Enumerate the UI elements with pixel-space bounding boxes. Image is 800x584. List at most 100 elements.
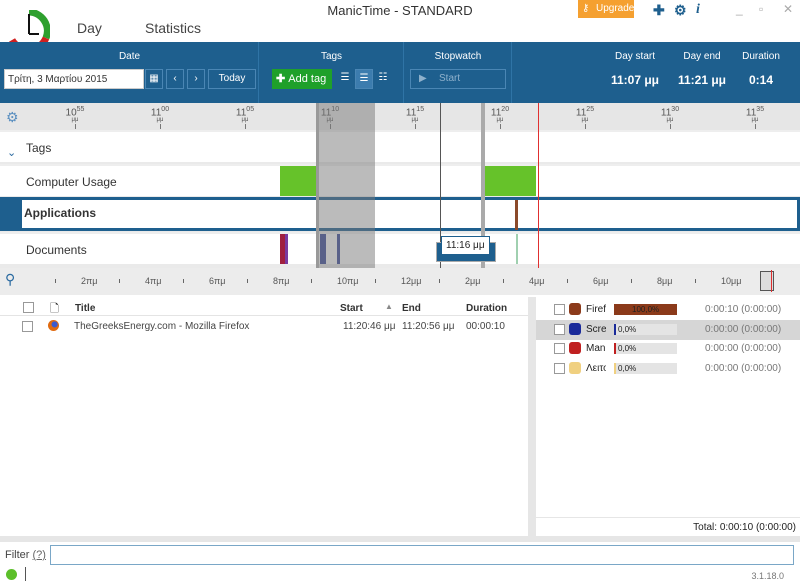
maximize-button[interactable]: ▫: [759, 2, 763, 16]
plus-icon: ✚: [276, 73, 289, 85]
timeline-tick: 1105 μμ: [230, 106, 260, 130]
overview-tick-label: 10πμ: [337, 276, 359, 286]
application-row[interactable]: Screenpresso 0,0% 0:00:00 (0:00:00): [536, 319, 800, 340]
tags-header: Tags: [320, 51, 343, 62]
app-time: 0:00:00 (0:00:00): [705, 343, 782, 354]
date-input[interactable]: Τρίτη, 3 Μαρτίου 2015: [4, 69, 144, 89]
overview-tick-label: 2πμ: [81, 276, 98, 286]
time-tooltip: 11:16 μμ: [441, 236, 490, 255]
overview-tick: [183, 279, 184, 283]
gear-icon[interactable]: ⚙: [674, 2, 687, 19]
tab-day[interactable]: Day: [77, 20, 102, 36]
app-checkbox[interactable]: [554, 343, 565, 354]
overview-tick-label: 8πμ: [273, 276, 290, 286]
overview-tick-label: 4πμ: [145, 276, 162, 286]
app-name: Firefox: [586, 304, 606, 315]
timeline-row-applications[interactable]: Applications: [0, 197, 800, 231]
panel-splitter[interactable]: [528, 297, 536, 537]
start-button[interactable]: ▶ Start: [410, 69, 506, 89]
filter-help-link[interactable]: (?): [33, 549, 46, 561]
day-end-value: 11:21 μμ: [677, 73, 727, 87]
column-end[interactable]: End: [402, 303, 421, 314]
selection-range[interactable]: [316, 103, 375, 268]
toolbar: Date Τρίτη, 3 Μαρτίου 2015 ▦ ‹ › Today T…: [0, 42, 800, 103]
minimize-button[interactable]: _: [736, 2, 743, 16]
timeline-tick: 1120 μμ: [485, 106, 515, 130]
current-time-line: [538, 103, 539, 268]
app-percent-bar: 0,0%: [614, 323, 677, 335]
overview-tick-label: 10μμ: [721, 276, 742, 286]
filter-input[interactable]: [50, 545, 794, 565]
info-icon[interactable]: i: [696, 2, 700, 18]
document-block[interactable]: [280, 234, 288, 264]
app-percent-bar: 0,0%: [614, 343, 677, 354]
zoom-icon[interactable]: ⚲: [5, 271, 15, 288]
chevron-down-icon[interactable]: ⌄: [7, 146, 16, 159]
previous-day-button[interactable]: ‹: [166, 69, 184, 89]
overview-tick-label: 12μμ: [401, 276, 422, 286]
compact-list-icon[interactable]: ☷: [374, 69, 392, 89]
timeline-tick: 1100 μμ: [145, 106, 175, 130]
row-checkbox[interactable]: [22, 321, 33, 332]
detailed-list-icon[interactable]: ☰: [355, 69, 373, 89]
column-title[interactable]: Title: [75, 303, 95, 314]
row-label: Documents: [26, 243, 87, 257]
app-icon: [569, 361, 581, 374]
overview-tick: [503, 279, 504, 283]
overview-tick: [695, 279, 696, 283]
divider: [25, 567, 26, 581]
timeline-tick: 1055 μμ: [60, 106, 90, 130]
upgrade-button[interactable]: ⚷ Upgrade: [578, 0, 634, 18]
overview-now-line: [771, 270, 772, 292]
timeline-settings-icon[interactable]: ⚙: [6, 109, 19, 126]
next-day-button[interactable]: ›: [187, 69, 205, 89]
day-overview-strip[interactable]: ⚲: [0, 268, 800, 295]
timeline-tick: 1115 μμ: [400, 106, 430, 130]
row-start: 11:20:46 μμ: [343, 321, 396, 332]
timeline-header: ⚙ 1055μμ1100μμ1105μμ1110μμ1115μμ1120μμ11…: [0, 103, 800, 130]
close-button[interactable]: ✕: [783, 2, 793, 16]
list-view-icon[interactable]: ☰: [336, 69, 354, 89]
usage-block[interactable]: [482, 166, 536, 196]
add-tag-button[interactable]: ✚ Add tag: [272, 69, 332, 89]
date-section: Date Τρίτη, 3 Μαρτίου 2015 ▦ ‹ › Today: [0, 42, 259, 103]
timeline-row-computer-usage[interactable]: Computer Usage: [0, 164, 800, 196]
select-all-checkbox[interactable]: [23, 302, 34, 313]
overview-tick-label: 6πμ: [209, 276, 226, 286]
row-end: 11:20:56 μμ: [402, 321, 455, 332]
divider: [0, 536, 800, 542]
overview-tick: [55, 279, 56, 283]
overview-tick-label: 8μμ: [657, 276, 673, 286]
timeline[interactable]: ⌄ Tags Computer Usage Applications Docume…: [0, 103, 800, 268]
column-start[interactable]: Start: [340, 303, 363, 314]
app-icon: [569, 303, 581, 315]
duration-value: 0:14: [748, 73, 774, 87]
timeline-tick: 1135 μμ: [740, 106, 770, 130]
overview-tick: [247, 279, 248, 283]
application-row[interactable]: ManicTime 0,0% 0:00:00 (0:00:00): [536, 339, 800, 359]
application-row[interactable]: Firefox 100,0% 0:00:10 (0:00:00): [536, 300, 800, 320]
activity-list-header: 🗋 Title Start ▲ End Duration: [0, 299, 528, 316]
timeline-row-tags[interactable]: ⌄ Tags: [0, 130, 800, 162]
application-block[interactable]: [515, 200, 518, 230]
app-icon: [569, 342, 581, 354]
app-checkbox[interactable]: [554, 362, 565, 374]
app-time: 0:00:00 (0:00:00): [705, 362, 782, 374]
document-block[interactable]: [516, 234, 518, 264]
today-button[interactable]: Today: [208, 69, 256, 89]
day-end-label: Day end: [683, 51, 721, 62]
app-checkbox[interactable]: [554, 323, 565, 335]
overview-tick: [119, 279, 120, 283]
puzzle-icon[interactable]: ✚: [653, 2, 665, 19]
usage-block[interactable]: [280, 166, 318, 196]
app-checkbox[interactable]: [554, 304, 565, 315]
app-time: 0:00:10 (0:00:00): [705, 304, 782, 315]
tab-statistics[interactable]: Statistics: [145, 20, 201, 36]
timeline-row-documents[interactable]: Documents: [0, 232, 800, 264]
calendar-icon[interactable]: ▦: [145, 69, 163, 89]
application-row[interactable]: Λειτουργίες 0,0% 0:00:00 (0:00:00): [536, 359, 800, 379]
column-duration[interactable]: Duration: [466, 303, 507, 314]
stopwatch-header: Stopwatch: [434, 51, 482, 62]
divider: [536, 517, 800, 518]
overview-tick-label: 6μμ: [593, 276, 609, 286]
